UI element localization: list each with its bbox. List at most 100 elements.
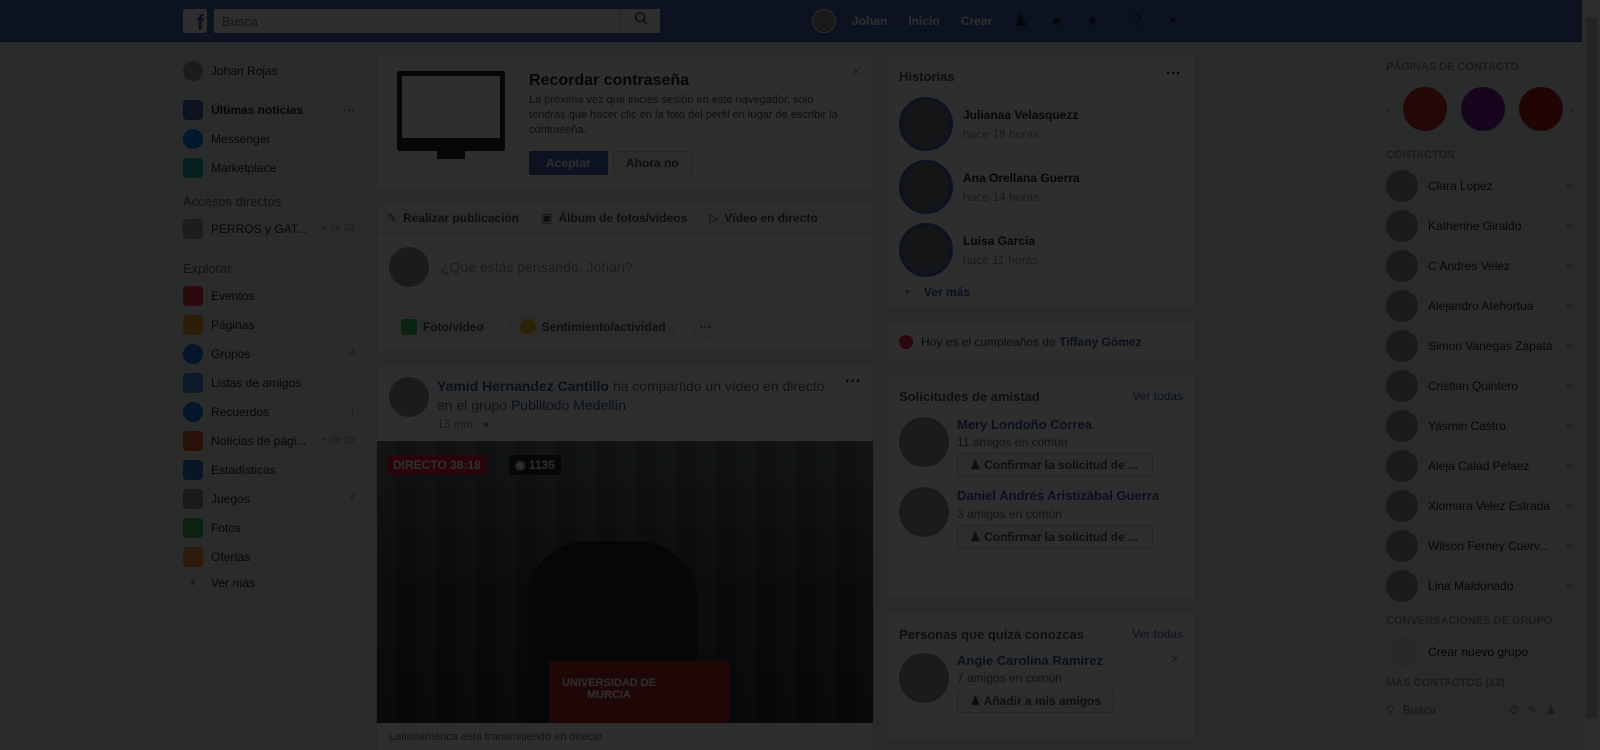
sidebar-item-messenger[interactable]: Messenger (183, 124, 363, 153)
contact-item[interactable]: Clara Lopez (1386, 166, 1582, 206)
podium-sign: UNIVERSIDAD DE MURCIA (561, 677, 657, 701)
friends-icon[interactable]: ♟ (1010, 10, 1032, 32)
accept-button[interactable]: Aceptar (529, 151, 608, 175)
stories-more-icon[interactable]: ··· (1166, 65, 1181, 82)
sidebar-item-insights[interactable]: Estadísticas (183, 455, 363, 484)
sidebar-count: 4 (349, 493, 355, 504)
bell-icon[interactable]: ♦ (1082, 10, 1104, 32)
podium: UNIVERSIDAD DE MURCIA (549, 661, 729, 723)
chat-search-input[interactable] (1402, 702, 1503, 717)
profile-avatar (183, 60, 203, 81)
nav-home[interactable]: Inicio (898, 0, 951, 42)
close-icon[interactable]: × (1171, 651, 1179, 666)
sidebar-item-groups[interactable]: Grupos 4 (183, 339, 363, 368)
birthday-name[interactable]: Tiffany Gómez (1059, 335, 1141, 349)
more-options-icon[interactable]: ··· (689, 314, 722, 340)
pymk-avatar[interactable] (899, 653, 949, 703)
pymk-name[interactable]: Angie Carolina Ramirez (957, 653, 1114, 668)
pymk-see-all[interactable]: Ver todas (1132, 627, 1183, 641)
request-name[interactable]: Daniel Andrés Aristizábal Guerra (957, 487, 1177, 504)
chevron-left-icon[interactable]: ‹ (1386, 102, 1396, 116)
sidebar-item-pages-feed[interactable]: Noticias de pági... + de 20 (183, 426, 363, 455)
contact-item[interactable]: Cristian Quintero (1386, 366, 1582, 406)
post-author-avatar[interactable] (389, 377, 429, 417)
compose-icon[interactable]: ✎ (1528, 703, 1538, 717)
tab-live-video[interactable]: Vídeo en directo (724, 211, 817, 225)
search-icon[interactable] (620, 9, 660, 33)
close-icon[interactable]: × (852, 63, 861, 81)
post-author[interactable]: Yamid Hernandez Cantillo (437, 378, 609, 394)
feeling-button[interactable]: Sentimiento/actividad (507, 313, 678, 341)
page-avatar[interactable] (1461, 87, 1505, 131)
settings-icon[interactable]: ⚙ (1509, 703, 1520, 717)
contact-name: Alejandro Atehortua (1428, 299, 1534, 313)
post-time[interactable]: 13 min (437, 417, 473, 431)
shortcut-item[interactable]: PERROS y GAT... + de 20 (183, 214, 363, 243)
user-avatar[interactable] (812, 9, 836, 33)
search-input[interactable] (214, 9, 614, 33)
clock-icon (183, 401, 203, 422)
requests-title: Solicitudes de amistad (899, 389, 1040, 404)
request-name[interactable]: Mery Londoño Correa (957, 417, 1153, 432)
contact-item[interactable]: Aleja Calad Pelaez (1386, 446, 1582, 486)
search-box[interactable] (214, 9, 660, 33)
chevron-right-icon[interactable]: › (1570, 102, 1580, 116)
chevron-down-icon[interactable]: ▼ (1162, 10, 1184, 32)
sidebar-item-marketplace[interactable]: Marketplace (183, 153, 363, 182)
sidebar-item-photos[interactable]: Fotos (183, 513, 363, 542)
confirm-request-button[interactable]: ♟ Confirmar la solicitud de ... (957, 453, 1153, 477)
contact-item[interactable]: Katherine Giraldo (1386, 206, 1582, 246)
scrollbar-thumb[interactable] (1586, 18, 1597, 718)
live-video[interactable]: UNIVERSIDAD DE MURCIA DIRECTO 38:18 ◉ 11… (377, 441, 873, 723)
page-avatar[interactable] (1403, 87, 1447, 131)
sidebar-item-friend-lists[interactable]: Listas de amigos (183, 368, 363, 397)
help-icon[interactable]: ? (1126, 10, 1148, 32)
request-avatar[interactable] (899, 417, 949, 467)
photo-video-button[interactable]: Foto/vídeo (389, 313, 496, 341)
sidebar-item-events[interactable]: Eventos (183, 281, 363, 310)
sidebar-item-games[interactable]: Juegos 4 (183, 484, 363, 513)
contact-item[interactable]: Yasmin Castro (1386, 406, 1582, 446)
see-more-link[interactable]: ▼ Ver más (183, 571, 363, 595)
nav-create[interactable]: Crear (951, 0, 1002, 42)
groups-icon (183, 343, 203, 364)
sidebar-item-offers[interactable]: Ofertas (183, 542, 363, 571)
nav-profile[interactable]: Johan (842, 0, 899, 42)
sidebar-item-pages[interactable]: Páginas (183, 310, 363, 339)
composer-input[interactable]: ¿Qué estás pensando, Johan? (441, 259, 632, 275)
profile-link[interactable]: Johan Rojas (183, 56, 363, 85)
group-icon[interactable]: ♟ (1546, 703, 1557, 717)
post-more-icon[interactable]: ··· (845, 373, 861, 391)
request-avatar[interactable] (899, 487, 949, 537)
more-icon[interactable]: ··· (342, 102, 355, 117)
stories-see-more[interactable]: ▼ Ver más (903, 285, 970, 299)
tab-photo-album[interactable]: Álbum de fotos/vídeos (558, 211, 687, 225)
story-item[interactable]: Luisa Garcia hace 11 horas (899, 223, 1038, 277)
not-now-button[interactable]: Ahora no (613, 151, 692, 175)
sidebar-item-news-feed[interactable]: Últimas noticias ··· (183, 95, 363, 124)
composer-input-row: ¿Qué estás pensando, Johan? (389, 247, 632, 287)
contact-item[interactable]: Simon Vanegas Zapata (1386, 326, 1582, 366)
contact-item[interactable]: C Andres Velez (1386, 246, 1582, 286)
story-item[interactable]: Julianaa Velasquezz hace 18 horas (899, 97, 1078, 151)
scrollbar[interactable] (1582, 0, 1600, 750)
sidebar-item-memories[interactable]: Recuerdos 1 (183, 397, 363, 426)
story-item[interactable]: Ana Orellana Guerra hace 14 horas (899, 160, 1080, 214)
add-friend-button[interactable]: ♟ Añadir a mis amigos (957, 689, 1115, 713)
contact-item[interactable]: Wilson Ferney Cuerv... (1386, 526, 1582, 566)
story-avatar (899, 160, 953, 214)
contact-item[interactable]: Lina Maldonado (1386, 566, 1582, 606)
create-group-button[interactable]: Crear nuevo grupo (1386, 632, 1582, 672)
confirm-request-label: Confirmar la solicitud de ... (984, 458, 1139, 472)
contact-item[interactable]: Xiomara Velez Estrada (1386, 486, 1582, 526)
chevron-down-icon: ▼ (903, 287, 912, 297)
post-group[interactable]: Publitodo Medellín (511, 397, 626, 413)
confirm-request-button[interactable]: ♟ Confirmar la solicitud de ... (957, 525, 1153, 549)
page-avatar[interactable] (1519, 87, 1563, 131)
messenger-icon[interactable]: ● (1046, 10, 1068, 32)
facebook-logo[interactable]: f (183, 9, 207, 33)
contact-avatar (1386, 250, 1418, 282)
tab-create-post[interactable]: Realizar publicación (403, 211, 519, 225)
requests-see-all[interactable]: Ver todas (1132, 389, 1183, 403)
contact-item[interactable]: Alejandro Atehortua (1386, 286, 1582, 326)
